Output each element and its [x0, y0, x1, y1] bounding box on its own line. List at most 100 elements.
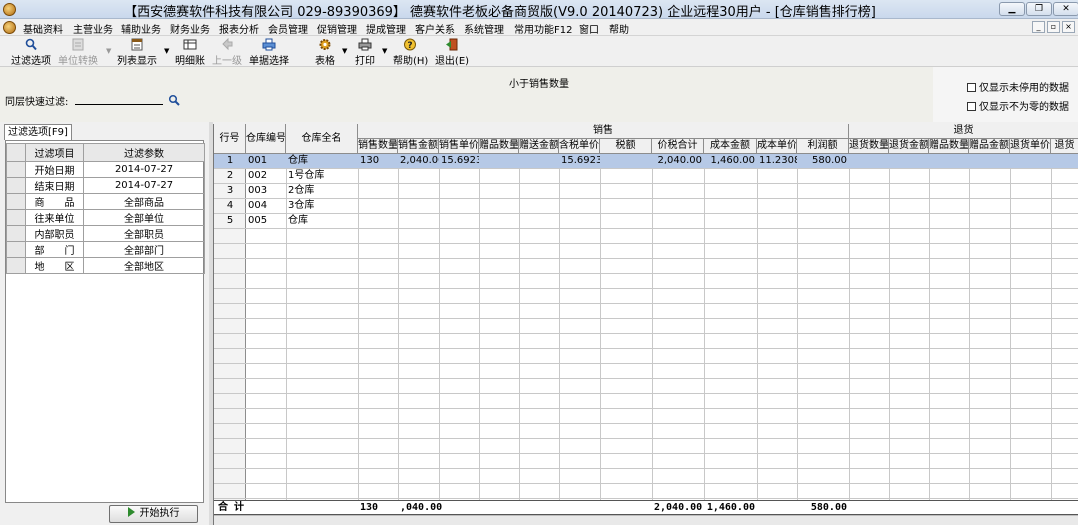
- unit-convert-dropdown-icon[interactable]: ▼: [106, 47, 111, 55]
- checkbox-box[interactable]: [967, 102, 976, 111]
- cell-warehouse-code[interactable]: 001: [246, 154, 286, 169]
- cell-warehouse-name[interactable]: 2仓库: [286, 184, 358, 199]
- col-header-return-gift-qty[interactable]: 赠品数量: [929, 139, 969, 154]
- cell-profit[interactable]: 580.00: [797, 154, 849, 169]
- maximize-button[interactable]: ❐: [1026, 2, 1052, 16]
- checkbox-box[interactable]: [967, 83, 976, 92]
- cell-sales-price[interactable]: [439, 169, 479, 184]
- cell-warehouse-name[interactable]: 仓库: [286, 214, 358, 229]
- run-button[interactable]: 开始执行: [109, 505, 198, 523]
- col-header-cost[interactable]: 成本金额: [704, 139, 757, 154]
- minimize-button[interactable]: ▁: [999, 2, 1025, 16]
- prev-level-button[interactable]: 上一级: [210, 37, 244, 67]
- cell-warehouse-code[interactable]: 002: [246, 169, 286, 184]
- cell-tax-price[interactable]: 15.6923: [559, 154, 600, 169]
- table-row[interactable]: [214, 274, 1078, 289]
- filter-options-button[interactable]: 过滤选项: [8, 37, 54, 67]
- cell-warehouse-code[interactable]: 004: [246, 199, 286, 214]
- warehouse-name-header[interactable]: 仓库全名: [286, 124, 358, 154]
- col-header-return-gift-amount[interactable]: 赠品金额: [969, 139, 1010, 154]
- cell-sales-amount[interactable]: [398, 184, 439, 199]
- table-row[interactable]: [214, 394, 1078, 409]
- close-button[interactable]: ✕: [1053, 2, 1078, 16]
- col-header-return-amount[interactable]: 退货金额: [889, 139, 929, 154]
- menu-promotions[interactable]: 促销管理: [317, 21, 357, 36]
- cell-tax-price[interactable]: [559, 214, 600, 229]
- cell-profit[interactable]: [797, 169, 849, 184]
- col-header-return-qty[interactable]: 退货数量: [849, 139, 889, 154]
- col-header-gift-amount[interactable]: 赠送金额: [519, 139, 559, 154]
- show-active-only-checkbox[interactable]: 仅显示未停用的数据: [967, 79, 1077, 94]
- search-icon[interactable]: [168, 94, 180, 106]
- table-row[interactable]: [214, 289, 1078, 304]
- table-row[interactable]: [214, 469, 1078, 484]
- filter-row[interactable]: 内部职员 全部职员: [6, 225, 205, 242]
- cell-sales-amount[interactable]: [398, 214, 439, 229]
- table-row[interactable]: [214, 379, 1078, 394]
- app-menu-icon[interactable]: [3, 21, 16, 34]
- menu-system[interactable]: 系统管理: [464, 21, 504, 36]
- help-button[interactable]: ? 帮助(H): [393, 37, 428, 67]
- tab-filter-options[interactable]: 过滤选项[F9]: [4, 124, 72, 140]
- cell-warehouse-name[interactable]: 1号仓库: [286, 169, 358, 184]
- warehouse-code-header[interactable]: 仓库编号: [246, 124, 286, 154]
- table-row[interactable]: [214, 259, 1078, 274]
- table-row[interactable]: [214, 244, 1078, 259]
- menu-reports[interactable]: 报表分析: [219, 21, 259, 36]
- table-row[interactable]: 1001仓库1302,040.0015.692315.69232,040.001…: [214, 154, 1078, 169]
- menu-basic-data[interactable]: 基础资料: [23, 21, 63, 36]
- document-select-button[interactable]: 单据选择: [247, 37, 291, 67]
- menu-finance[interactable]: 财务业务: [170, 21, 210, 36]
- col-header-tax-price[interactable]: 含税单价: [559, 139, 600, 154]
- cell-cost[interactable]: [704, 184, 757, 199]
- cell-warehouse-code[interactable]: 003: [246, 184, 286, 199]
- cell-rownum[interactable]: 3: [214, 184, 246, 199]
- cell-total[interactable]: [652, 214, 704, 229]
- cell-sales-price[interactable]: [439, 214, 479, 229]
- quick-filter-input[interactable]: [75, 104, 163, 105]
- table-row[interactable]: [214, 334, 1078, 349]
- table-row[interactable]: [214, 229, 1078, 244]
- col-header-sales-amount[interactable]: 销售金额: [398, 139, 439, 154]
- table-row[interactable]: [214, 409, 1078, 424]
- exit-button[interactable]: 退出(E): [434, 37, 470, 67]
- cell-rownum[interactable]: 4: [214, 199, 246, 214]
- cell-rownum[interactable]: 5: [214, 214, 246, 229]
- cell-cost[interactable]: [704, 169, 757, 184]
- print-button[interactable]: 打印: [352, 37, 378, 67]
- cell-tax-price[interactable]: [559, 199, 600, 214]
- cell-total[interactable]: [652, 169, 704, 184]
- show-nonzero-only-checkbox[interactable]: 仅显示不为零的数据: [967, 98, 1077, 113]
- col-header-profit[interactable]: 利润额: [797, 139, 849, 154]
- filter-row[interactable]: 往来单位 全部单位: [6, 209, 205, 226]
- table-row[interactable]: 2 002 1号仓库: [214, 169, 1078, 184]
- list-display-dropdown-icon[interactable]: ▼: [164, 47, 169, 55]
- cell-sales-price[interactable]: 15.6923: [439, 154, 479, 169]
- detail-account-button[interactable]: 明细账: [174, 37, 206, 67]
- col-header-sales-qty[interactable]: 销售数量: [358, 139, 398, 154]
- cell-total[interactable]: [652, 184, 704, 199]
- cell-sales-qty[interactable]: [358, 184, 398, 199]
- cell-sales-amount[interactable]: 2,040.00: [398, 154, 439, 169]
- col-header-gift-qty[interactable]: 赠品数量: [479, 139, 519, 154]
- filter-row[interactable]: 结束日期 2014-07-27: [6, 177, 205, 194]
- table-row[interactable]: [214, 319, 1078, 334]
- cell-total[interactable]: [652, 199, 704, 214]
- cell-tax-price[interactable]: [559, 169, 600, 184]
- menu-aux-business[interactable]: 辅助业务: [121, 21, 161, 36]
- col-header-cost-price[interactable]: 成本单价: [757, 139, 797, 154]
- cell-profit[interactable]: [797, 214, 849, 229]
- cell-sales-qty[interactable]: [358, 214, 398, 229]
- table-row[interactable]: [214, 304, 1078, 319]
- table-row[interactable]: [214, 364, 1078, 379]
- cell-sales-qty[interactable]: [358, 169, 398, 184]
- cell-warehouse-name[interactable]: 仓库: [286, 154, 358, 169]
- cell-sales-qty[interactable]: [358, 199, 398, 214]
- filter-row[interactable]: 部 门全部部门: [6, 241, 205, 258]
- cell-warehouse-name[interactable]: 3仓库: [286, 199, 358, 214]
- table-row[interactable]: [214, 439, 1078, 454]
- table-row[interactable]: [214, 454, 1078, 469]
- menu-help[interactable]: 帮助: [609, 21, 629, 36]
- cell-cost-price[interactable]: [757, 169, 797, 184]
- mdi-restore-button[interactable]: ▫: [1047, 21, 1060, 33]
